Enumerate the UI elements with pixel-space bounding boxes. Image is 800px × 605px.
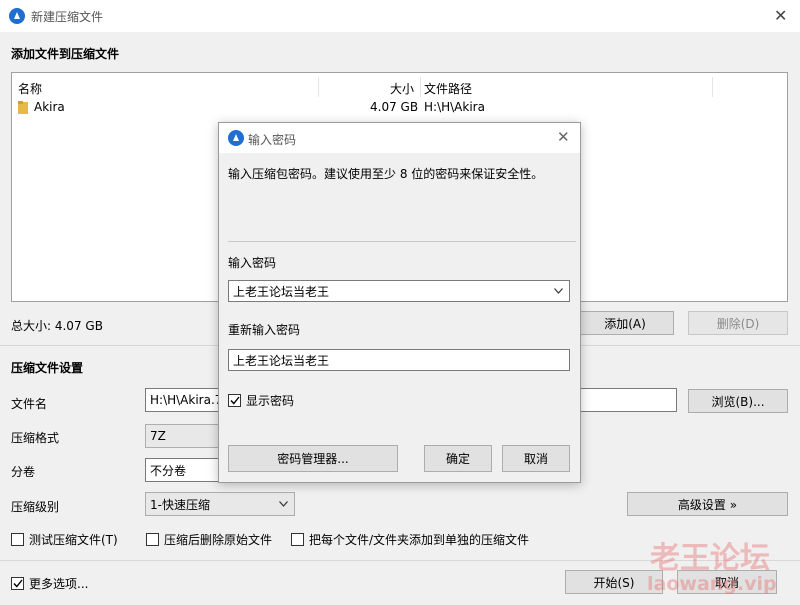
chevron-down-icon[interactable] [554,288,563,294]
app-logo-icon [9,8,25,24]
test-archive-checkbox[interactable] [11,533,24,546]
delete-after-checkbox[interactable] [146,533,159,546]
show-password-checkbox[interactable] [228,394,241,407]
dialog-title: 输入密码 [248,133,297,147]
total-size: 总大小: 4.07 GB [11,319,103,333]
column-header-path[interactable]: 文件路径 [424,80,472,97]
add-button[interactable]: 添加(A) [576,311,674,335]
dialog-cancel-button[interactable]: 取消 [502,445,570,472]
window-close-icon[interactable]: ✕ [774,6,787,25]
show-password-label: 显示密码 [246,394,295,408]
level-label: 压缩级别 [11,500,60,514]
title-bar: 新建压缩文件 ✕ [0,0,800,32]
dialog-close-icon[interactable]: ✕ [557,128,570,146]
row-path: H:\H\Akira [424,100,485,114]
dialog-divider [228,241,576,242]
column-divider[interactable] [712,77,713,97]
watermark-title: 老王论坛 [650,541,770,576]
delete-after-label: 压缩后删除原始文件 [164,533,273,547]
table-row[interactable]: Akira 4.07 GB H:\H\Akira [12,97,787,117]
more-options-checkbox[interactable] [11,577,24,590]
test-archive-option[interactable]: 测试压缩文件(T) [11,531,118,548]
column-divider[interactable] [318,77,319,97]
column-header-size[interactable]: 大小 [390,80,414,97]
level-select[interactable]: 1-快速压缩 [145,492,295,516]
level-value: 1-快速压缩 [150,497,210,512]
dialog-title-bar: 输入密码 ✕ [219,123,580,153]
format-label: 压缩格式 [11,431,60,445]
show-password-option[interactable]: 显示密码 [228,392,294,409]
add-section-title: 添加文件到压缩文件 [11,47,120,61]
confirm-password-input[interactable]: 上老王论坛当老王 [228,349,570,371]
app-logo-icon [228,130,244,146]
more-options-option[interactable]: 更多选项... [11,575,88,592]
password-value: 上老王论坛当老王 [233,284,330,299]
remove-button[interactable]: 删除(D) [688,311,788,335]
advanced-settings-button[interactable]: 高级设置 » [627,492,788,516]
row-size: 4.07 GB [370,100,419,114]
window-title: 新建压缩文件 [31,10,104,24]
column-divider[interactable] [420,77,421,97]
separate-archive-option[interactable]: 把每个文件/文件夹添加到单独的压缩文件 [291,531,529,548]
dialog-body: 输入压缩包密码。建议使用至少 8 位的密码来保证安全性。 输入密码 上老王论坛当… [219,153,580,482]
chevron-down-icon [279,501,288,507]
check-icon [229,396,240,405]
watermark-url: laowang.vip [647,573,777,595]
separate-archive-checkbox[interactable] [291,533,304,546]
folder-icon [18,101,28,114]
column-header-name[interactable]: 名称 [18,80,42,97]
confirm-password-label: 重新输入密码 [228,323,301,337]
password-manager-button[interactable]: 密码管理器... [228,445,398,472]
dialog-message: 输入压缩包密码。建议使用至少 8 位的密码来保证安全性。 [228,167,544,181]
more-options-label: 更多选项... [29,577,89,591]
split-value: 不分卷 [150,463,187,478]
ok-button[interactable]: 确定 [424,445,492,472]
password-input[interactable]: 上老王论坛当老王 [228,280,570,302]
password-dialog: 输入密码 ✕ 输入压缩包密码。建议使用至少 8 位的密码来保证安全性。 输入密码… [218,122,581,483]
separate-archive-label: 把每个文件/文件夹添加到单独的压缩文件 [309,533,530,547]
delete-after-option[interactable]: 压缩后删除原始文件 [146,531,272,548]
check-icon [12,579,23,588]
test-archive-label: 测试压缩文件(T) [29,533,118,547]
split-label: 分卷 [11,465,36,479]
settings-section-title: 压缩文件设置 [11,361,84,375]
filename-label: 文件名 [11,397,48,411]
format-value: 7Z [150,429,166,443]
password-label: 输入密码 [228,256,277,270]
row-name: Akira [34,100,65,114]
browse-button[interactable]: 浏览(B)... [688,389,788,413]
